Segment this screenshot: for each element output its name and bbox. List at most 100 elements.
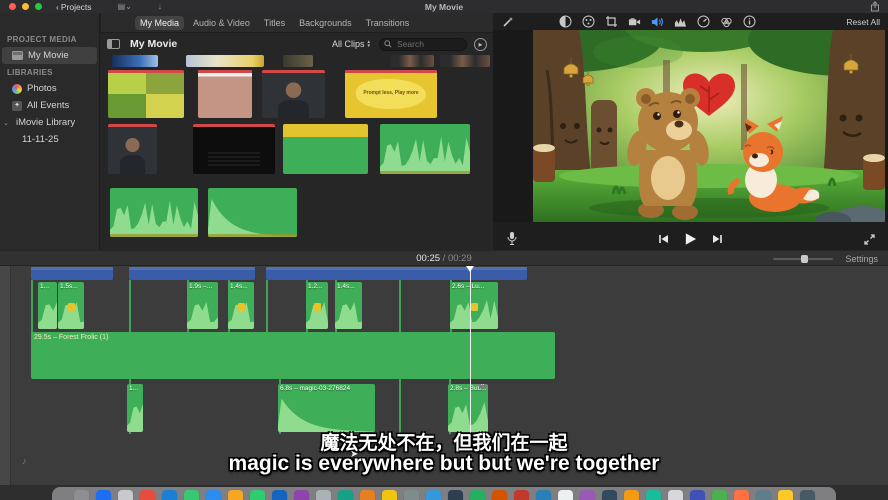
dock-app-icon[interactable] — [668, 490, 683, 500]
info-icon[interactable] — [743, 15, 756, 28]
dock-app-icon[interactable] — [756, 490, 771, 500]
dock-app-icon[interactable] — [228, 490, 243, 500]
audio-clip[interactable]: 1.4s... — [228, 282, 254, 329]
audio-clip[interactable]: 1.5s... — [58, 282, 84, 329]
skip-back-icon[interactable] — [657, 233, 670, 246]
chevron-down-icon[interactable]: ⌄ — [3, 119, 11, 127]
dock-app-icon[interactable] — [338, 490, 353, 500]
dock-app-icon[interactable] — [646, 490, 661, 500]
dock-app-icon[interactable] — [272, 490, 287, 500]
noise-reduction-icon[interactable] — [674, 15, 687, 28]
clip-filter-icon[interactable] — [720, 15, 733, 28]
dock-app-icon[interactable] — [800, 490, 815, 500]
search-input[interactable] — [395, 38, 462, 50]
dock-app-icon[interactable] — [602, 490, 617, 500]
color-balance-icon[interactable] — [559, 15, 572, 28]
clip-terminal[interactable] — [193, 124, 275, 174]
audio-clip[interactable]: 1.2... — [306, 282, 328, 329]
stabilization-camera-icon[interactable] — [628, 15, 641, 28]
continue-circle-icon[interactable]: ▸ — [474, 38, 487, 51]
clip-collage[interactable] — [108, 70, 184, 118]
clip-person[interactable] — [108, 124, 157, 174]
timeline-zoom-slider[interactable] — [773, 258, 833, 260]
zoom-slider-knob[interactable] — [801, 255, 808, 263]
enhance-wand-icon[interactable] — [501, 15, 514, 28]
clip-person[interactable] — [262, 70, 325, 118]
dock-app-icon[interactable] — [96, 490, 111, 500]
audio-clip[interactable]: 6.8s – magic-03-276824 — [278, 384, 375, 432]
clip-strip-blue[interactable] — [112, 55, 158, 67]
dock-app-icon[interactable] — [580, 490, 595, 500]
timeline-settings-button[interactable]: Settings — [845, 254, 878, 264]
sidebar-item-photos[interactable]: Photos — [0, 80, 99, 97]
audio-clip[interactable]: 1... — [38, 282, 57, 329]
tab-audio-video[interactable]: Audio & Video — [188, 16, 255, 30]
clip-document[interactable] — [198, 70, 252, 118]
clip-promo[interactable]: Prompt less, Play more — [345, 70, 437, 118]
dock-app-icon[interactable] — [712, 490, 727, 500]
dock-app-icon[interactable] — [536, 490, 551, 500]
dock-app-icon[interactable] — [382, 490, 397, 500]
sidebar-toggle-icon[interactable] — [107, 39, 120, 49]
clip-strip-cream[interactable] — [186, 55, 264, 67]
reset-all-button[interactable]: Reset All — [846, 17, 880, 27]
clip-audio[interactable] — [208, 188, 297, 237]
dock-app-icon[interactable] — [778, 490, 793, 500]
clip-strip-person[interactable] — [390, 55, 434, 67]
dock-app-icon[interactable] — [448, 490, 463, 500]
fullscreen-icon[interactable] — [863, 233, 876, 246]
video-clip-bar[interactable] — [31, 267, 113, 280]
dock-app-icon[interactable] — [184, 490, 199, 500]
sidebar-item-imovie-library[interactable]: ⌄ iMovie Library — [0, 114, 99, 131]
video-clip-bar[interactable] — [266, 267, 527, 280]
clip-filter-dropdown[interactable]: All Clips ▲▼ — [332, 39, 371, 49]
tab-my-media[interactable]: My Media — [135, 16, 184, 30]
dock-app-icon[interactable] — [74, 490, 89, 500]
dock-app-icon[interactable] — [250, 490, 265, 500]
play-icon[interactable] — [684, 233, 697, 246]
dock-app-icon[interactable] — [624, 490, 639, 500]
dock-app-icon[interactable] — [316, 490, 331, 500]
dock-app-icon[interactable] — [140, 490, 155, 500]
voiceover-mic-icon[interactable] — [505, 233, 518, 246]
dock-app-icon[interactable] — [492, 490, 507, 500]
clip-audio[interactable] — [380, 124, 470, 174]
video-clip-bar[interactable] — [129, 267, 255, 280]
crop-icon[interactable] — [605, 15, 618, 28]
audio-clip[interactable]: 1.9s –... — [187, 282, 218, 329]
dock-app-icon[interactable] — [360, 490, 375, 500]
dock-app-icon[interactable] — [206, 490, 221, 500]
dock-app-icon[interactable] — [514, 490, 529, 500]
clip-strip-dark[interactable] — [283, 55, 313, 67]
sidebar-item-event-date[interactable]: 11-11-25 — [0, 131, 99, 148]
volume-icon[interactable] — [651, 15, 664, 28]
sidebar-item-all-events[interactable]: ✦ All Events — [0, 97, 99, 114]
macos-dock[interactable] — [52, 487, 836, 500]
dock-app-icon[interactable] — [734, 490, 749, 500]
tab-transitions[interactable]: Transitions — [361, 16, 415, 30]
dock-app-icon[interactable] — [162, 490, 177, 500]
audio-clip[interactable]: 2.8s – Bub...× — [448, 384, 488, 432]
dock-app-icon[interactable] — [558, 490, 573, 500]
sidebar-item-my-movie[interactable]: My Movie — [2, 47, 97, 64]
tab-backgrounds[interactable]: Backgrounds — [294, 16, 357, 30]
audio-clip[interactable]: 2.6s – Lu... — [450, 282, 498, 329]
dock-app-icon[interactable] — [426, 490, 441, 500]
audio-clip[interactable]: 1.4s... — [335, 282, 362, 329]
clip-audio[interactable] — [110, 188, 198, 237]
tab-titles[interactable]: Titles — [259, 16, 290, 30]
speed-gauge-icon[interactable] — [697, 15, 710, 28]
clip-strip-person[interactable] — [440, 55, 490, 67]
preview-video-frame[interactable] — [533, 30, 885, 222]
audio-clip[interactable]: 1... — [127, 384, 143, 432]
dock-app-icon[interactable] — [118, 490, 133, 500]
dock-app-icon[interactable] — [294, 490, 309, 500]
search-field[interactable] — [379, 38, 467, 51]
music-track-clip[interactable]: 29.5s – Forest Frolic (1) — [31, 332, 555, 379]
skip-forward-icon[interactable] — [711, 233, 724, 246]
dock-app-icon[interactable] — [690, 490, 705, 500]
color-palette-icon[interactable] — [582, 15, 595, 28]
dock-app-icon[interactable] — [404, 490, 419, 500]
clip-audio-yellow[interactable] — [283, 124, 368, 174]
playhead[interactable] — [470, 266, 471, 437]
